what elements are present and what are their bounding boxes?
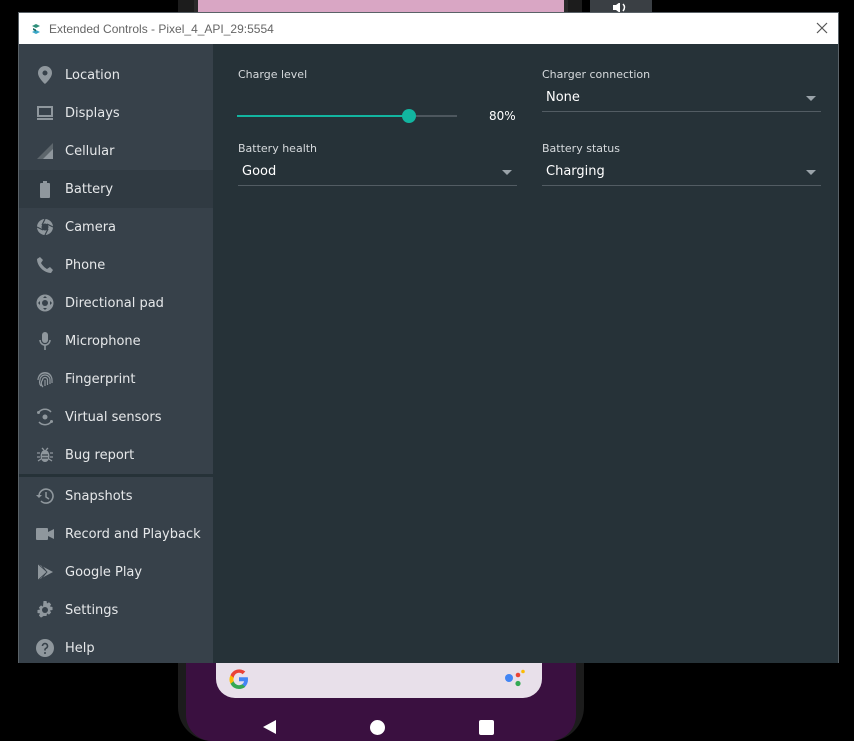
sensors-icon [35,407,55,427]
sidebar-item-settings[interactable]: Settings [19,591,213,629]
charge-level-label: Charge level [238,68,308,81]
display-icon [35,103,55,123]
phone-screen-top [194,0,568,12]
sidebar-item-camera[interactable]: Camera [19,208,213,246]
charger-connection-value: None [546,90,580,105]
charge-level-value: 80% [489,109,516,123]
sidebar-item-snapshots[interactable]: Snapshots [19,477,213,515]
battery-status-value: Charging [546,164,605,179]
sidebar-item-help[interactable]: Help [19,629,213,667]
window-title: Extended Controls - Pixel_4_API_29:5554 [49,21,274,36]
nav-home-icon[interactable] [370,720,385,735]
sidebar-item-label: Bug report [65,447,135,463]
video-icon [35,524,55,544]
extended-controls-window: Extended Controls - Pixel_4_API_29:5554 … [18,12,839,663]
sidebar-item-label: Google Play [65,564,143,580]
battery-health-label: Battery health [238,142,318,155]
chevron-down-icon [502,170,512,175]
history-icon [35,486,55,506]
sidebar-item-virtual-sensors[interactable]: Virtual sensors [19,398,213,436]
sidebar-item-label: Settings [65,602,119,618]
nav-recents-icon[interactable] [479,720,494,735]
battery-icon [35,179,55,199]
sidebar-item-label: Fingerprint [65,371,136,387]
sidebar-item-battery[interactable]: Battery [19,170,213,208]
sidebar-item-bug-report[interactable]: Bug report [19,436,213,474]
sidebar-item-microphone[interactable]: Microphone [19,322,213,360]
nav-back-icon[interactable] [261,719,277,735]
sidebar-item-label: Snapshots [65,488,133,504]
sidebar-item-label: Microphone [65,333,141,349]
charger-connection-label: Charger connection [542,68,651,81]
microphone-icon [35,331,55,351]
charge-level-slider-fill [237,115,409,117]
fingerprint-icon [35,369,55,389]
phone-icon [35,255,55,275]
charger-connection-select[interactable]: None [542,86,821,112]
sidebar-item-phone[interactable]: Phone [19,246,213,284]
battery-panel: Charge level 80% Charger connection None… [213,44,838,663]
battery-health-value: Good [242,164,277,179]
sidebar-item-label: Phone [65,257,106,273]
chevron-down-icon [806,170,816,175]
charge-level-slider-track[interactable] [409,115,457,117]
chevron-down-icon [806,96,816,101]
play-icon [35,562,55,582]
sidebar: Location Displays Cellular Battery Camer… [19,44,213,663]
sidebar-item-label: Record and Playback [65,526,201,542]
select-underline [238,185,517,186]
sidebar-item-label: Virtual sensors [65,409,162,425]
sidebar-item-location[interactable]: Location [19,56,213,94]
cellular-icon [35,141,55,161]
location-icon [35,65,55,85]
close-icon[interactable] [814,20,830,36]
gear-icon [35,600,55,620]
sidebar-item-directional-pad[interactable]: Directional pad [19,284,213,322]
sidebar-item-record-and-playback[interactable]: Record and Playback [19,515,213,553]
sidebar-item-label: Help [65,640,95,656]
dpad-icon [35,293,55,313]
select-underline [542,111,821,112]
sidebar-item-displays[interactable]: Displays [19,94,213,132]
battery-status-label: Battery status [542,142,621,155]
battery-status-select[interactable]: Charging [542,160,821,186]
google-logo-icon [229,669,248,690]
assistant-icon[interactable] [504,668,528,690]
battery-health-select[interactable]: Good [238,160,517,186]
sidebar-item-label: Location [65,67,120,83]
help-icon [35,638,55,658]
google-search-bar[interactable] [216,660,542,698]
sidebar-item-google-play[interactable]: Google Play [19,553,213,591]
charge-level-slider-thumb[interactable] [402,109,416,123]
sidebar-item-label: Camera [65,219,117,235]
sidebar-item-cellular[interactable]: Cellular [19,132,213,170]
sidebar-item-label: Battery [65,181,114,197]
sidebar-item-label: Cellular [65,143,115,159]
sidebar-item-label: Directional pad [65,295,164,311]
bug-icon [35,445,55,465]
emulator-app-icon [32,23,40,34]
select-underline [542,185,821,186]
camera-icon [35,217,55,237]
sidebar-item-label: Displays [65,105,120,121]
sidebar-item-fingerprint[interactable]: Fingerprint [19,360,213,398]
title-bar: Extended Controls - Pixel_4_API_29:5554 [19,13,838,44]
